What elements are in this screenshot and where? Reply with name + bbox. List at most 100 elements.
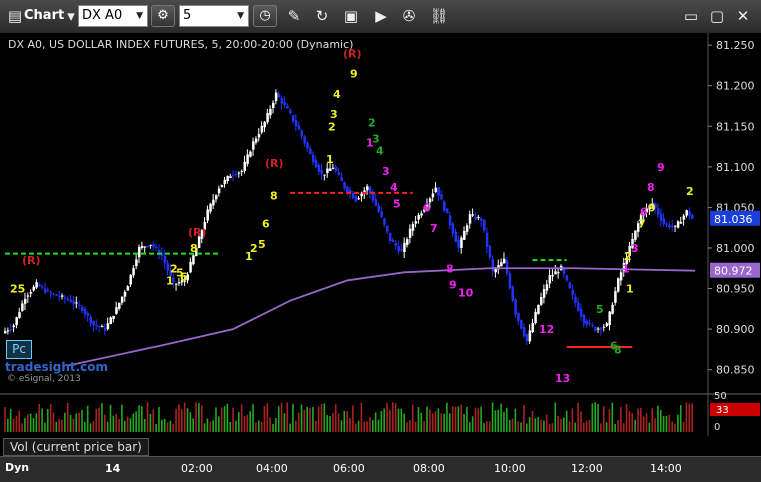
- candle-body: [323, 174, 326, 176]
- candle-body: [588, 323, 592, 325]
- dyn-label[interactable]: Dyn: [5, 461, 29, 474]
- volume-label[interactable]: Vol (current price bar): [3, 438, 149, 456]
- volume-bar: [41, 408, 43, 432]
- volume-bar: [81, 409, 83, 432]
- volume-bar: [220, 407, 223, 432]
- candle-body: [597, 328, 600, 330]
- volume-bar: [163, 418, 166, 432]
- candle-body: [280, 97, 284, 104]
- candle-body: [4, 331, 7, 334]
- volume-bar: [583, 422, 585, 432]
- candle-body: [306, 142, 309, 149]
- y-tick-label: 80.850: [716, 364, 755, 377]
- volume-bar: [463, 413, 465, 432]
- setup-count-label: (R): [265, 157, 284, 170]
- volume-bar: [397, 408, 400, 432]
- candle-body: [380, 211, 383, 218]
- volume-bar: [275, 417, 277, 432]
- volume-bar: [551, 423, 554, 432]
- setup-count-label: 8: [446, 262, 454, 275]
- candle-body: [291, 115, 295, 122]
- gear-icon[interactable]: ⚙: [151, 5, 175, 27]
- maximize-icon[interactable]: ▢: [706, 5, 728, 27]
- volume-bar: [537, 416, 539, 432]
- volume-bar: [75, 413, 78, 432]
- volume-bar: [152, 409, 155, 432]
- volume-bar: [437, 408, 440, 432]
- volume-bar: [329, 415, 331, 432]
- volume-bar: [29, 413, 32, 432]
- candle-body: [471, 214, 475, 216]
- volume-bar: [112, 415, 115, 432]
- last-price-label: 81.036: [714, 213, 753, 226]
- candle-body: [58, 295, 61, 298]
- wrench-icon[interactable]: ✇: [398, 5, 420, 27]
- setup-count-label: 10: [458, 287, 474, 300]
- volume-bar: [628, 411, 631, 432]
- pc-badge[interactable]: Pc: [6, 340, 32, 359]
- candle-body: [223, 179, 227, 185]
- candle-body: [540, 296, 543, 305]
- link-icon[interactable]: ⛓: [428, 5, 450, 27]
- volume-bar: [84, 422, 86, 432]
- candle-body: [502, 258, 506, 264]
- candle-body: [634, 230, 637, 240]
- price-chart[interactable]: (R)(R)(R)(R)1345 678910121313689292586543…: [0, 33, 761, 436]
- volume-bar: [232, 407, 234, 432]
- candle-body: [269, 108, 272, 116]
- chart-icon[interactable]: ▤: [4, 5, 26, 27]
- setup-count-label: 7: [430, 222, 438, 235]
- volume-bar: [577, 402, 579, 432]
- refresh-icon[interactable]: ↻: [311, 5, 333, 27]
- symbol-input[interactable]: DX A0 ▼: [78, 5, 148, 27]
- volume-bar: [66, 402, 69, 432]
- candle-body: [360, 193, 363, 197]
- volume-bar: [394, 403, 397, 432]
- volume-bar: [568, 421, 571, 432]
- volume-bar: [72, 418, 75, 432]
- volume-bar: [249, 411, 252, 432]
- volume-bar: [106, 421, 109, 432]
- volume-bar: [243, 415, 246, 432]
- x-tick-label: 14: [105, 462, 121, 475]
- volume-bar: [543, 420, 545, 432]
- interval-input[interactable]: 5 ▼: [179, 5, 249, 27]
- candle-body: [351, 193, 355, 199]
- volume-bar: [565, 410, 568, 432]
- volume-bar: [363, 421, 366, 432]
- candle-body: [289, 110, 292, 114]
- candle-body: [206, 209, 209, 221]
- volume-bar: [58, 419, 60, 432]
- volume-bar: [594, 402, 597, 432]
- volume-bar: [486, 421, 488, 432]
- candle-body: [434, 187, 438, 193]
- setup-count-label: 8: [270, 189, 278, 202]
- minimize-icon[interactable]: ▭: [680, 5, 702, 27]
- export-icon[interactable]: ▣: [340, 5, 362, 27]
- candle-body: [505, 260, 509, 274]
- volume-bar: [226, 403, 229, 432]
- volume-bar: [78, 412, 80, 432]
- pencil-icon[interactable]: ✎: [283, 5, 305, 27]
- volume-bar: [340, 420, 343, 432]
- volume-bar: [52, 412, 55, 432]
- volume-bar: [292, 403, 294, 432]
- volume-bar: [346, 411, 348, 432]
- candle-body: [109, 317, 112, 325]
- candle-body: [545, 284, 549, 291]
- setup-count-label: 3: [330, 108, 338, 121]
- candle-body: [18, 312, 21, 318]
- volume-bar: [277, 406, 280, 432]
- play-icon[interactable]: ▶: [370, 5, 392, 27]
- candle-body: [23, 298, 27, 304]
- volume-bar: [357, 420, 360, 432]
- candle-body: [388, 232, 392, 241]
- candle-body: [26, 295, 30, 297]
- volume-bar: [574, 422, 577, 432]
- close-icon[interactable]: ✕: [732, 5, 754, 27]
- volume-bar: [44, 422, 46, 432]
- volume-bar: [517, 421, 520, 432]
- clock-icon[interactable]: ◷: [253, 5, 277, 27]
- chart-title: DX A0, US DOLLAR INDEX FUTURES, 5, 20:00…: [8, 38, 354, 51]
- setup-count-label: (R): [188, 226, 207, 239]
